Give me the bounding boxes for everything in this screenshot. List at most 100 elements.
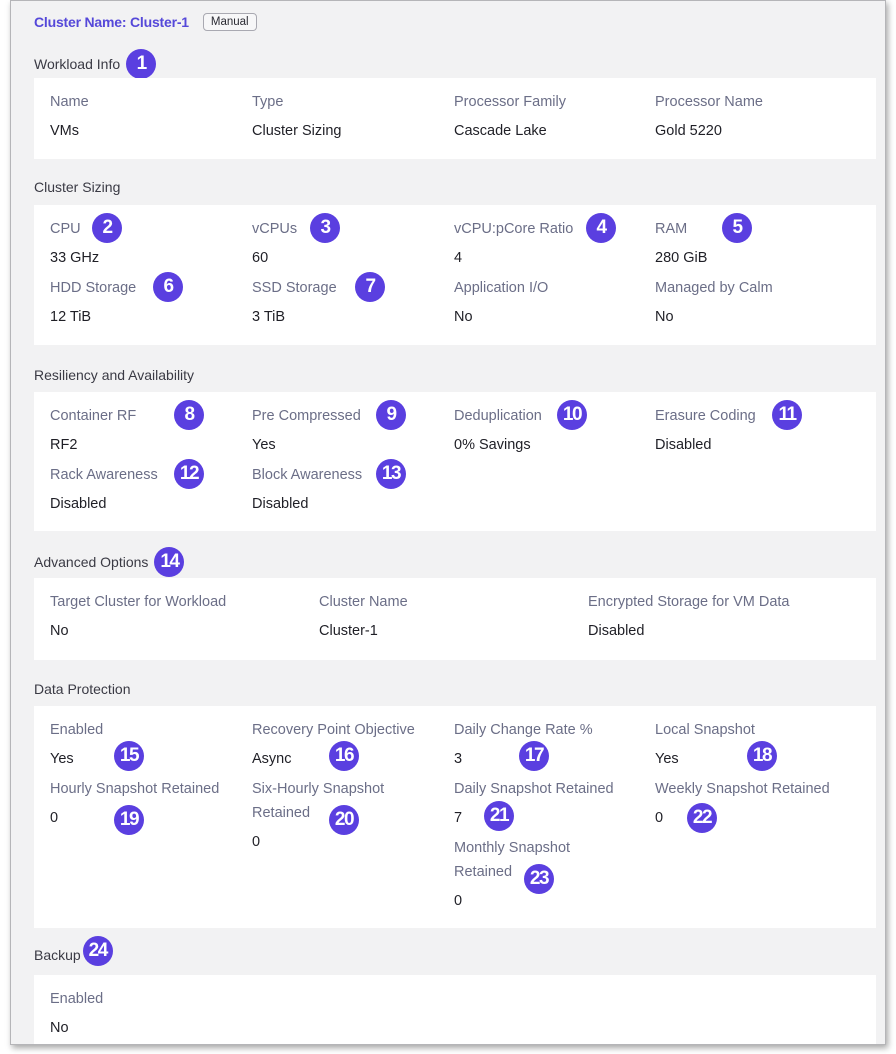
callout-badge-24: 24	[82, 936, 113, 966]
callout-badge-11: 11	[772, 400, 802, 430]
field-value-hourly-snapshot: 0	[50, 810, 59, 826]
field-label-application-io: Application I/O	[454, 280, 549, 296]
field-label-pre-compressed: Pre Compressed	[252, 408, 361, 424]
callout-badge-19: 19	[114, 805, 144, 835]
resiliency-panel: Container RF 8 RF2 Pre Compressed 9 Yes …	[34, 392, 876, 531]
section-title-text: Resiliency and Availability	[34, 367, 195, 383]
field-value-cluster-name: Cluster-1	[319, 623, 378, 639]
field-label-weekly-snapshot: Weekly Snapshot Retained	[655, 781, 830, 797]
cluster-summary-window: Cluster Name: Cluster-1 Manual Workload …	[10, 0, 886, 1045]
callout-badge-5: 5	[722, 213, 752, 243]
section-title-text: Workload Info	[34, 56, 121, 72]
section-title-text: Advanced Options	[34, 554, 149, 570]
callout-badge-15: 15	[114, 741, 144, 771]
callout-badge-7: 7	[355, 272, 385, 302]
field-label-managed-by-calm: Managed by Calm	[655, 280, 773, 296]
field-label-local-snapshot: Local Snapshot	[655, 722, 755, 738]
section-title-text: Backup	[34, 947, 81, 963]
field-value-local-snapshot: Yes	[655, 751, 679, 767]
callout-badge-12: 12	[174, 459, 204, 489]
field-value-deduplication: 0% Savings	[454, 437, 531, 453]
advanced-panel: Target Cluster for Workload No Cluster N…	[34, 578, 876, 660]
field-value-hdd-storage: 12 TiB	[50, 309, 92, 325]
field-label-processor-name: Processor Name	[655, 94, 763, 110]
field-value-rpo: Async	[252, 751, 292, 767]
field-label-container-rf: Container RF	[50, 408, 137, 424]
field-value-processor-family: Cascade Lake	[454, 123, 547, 139]
field-value-application-io: No	[454, 309, 473, 325]
callout-badge-13: 13	[376, 459, 406, 489]
callout-badge-3: 3	[310, 213, 340, 243]
field-value-daily-snapshot: 7	[454, 810, 463, 826]
field-label-encrypted-storage: Encrypted Storage for VM Data	[588, 594, 790, 610]
field-label-daily-change-rate: Daily Change Rate %	[454, 722, 593, 738]
field-label-vcpus: vCPUs	[252, 221, 298, 237]
section-title-advanced: Advanced Options 14	[34, 547, 185, 577]
field-label-dp-enabled: Enabled	[50, 722, 104, 738]
field-label-vcpu-pcore-ratio: vCPU:pCore Ratio	[454, 221, 574, 237]
field-value-cpu: 33 GHz	[50, 250, 100, 266]
callout-badge-9: 9	[376, 400, 406, 430]
field-value-six-hourly-snapshot: 0	[252, 834, 261, 850]
field-label-monthly-snapshot: Monthly Snapshot	[454, 840, 571, 856]
field-value-weekly-snapshot: 0	[655, 810, 664, 826]
field-label-target-cluster: Target Cluster for Workload	[50, 594, 227, 610]
field-value-processor-name: Gold 5220	[655, 123, 722, 139]
field-label-ssd-storage: SSD Storage	[252, 280, 337, 296]
field-label-cpu: CPU	[50, 221, 81, 237]
field-label-rpo: Recovery Point Objective	[252, 722, 415, 738]
field-value-vcpus: 60	[252, 250, 269, 266]
callout-badge-23: 23	[524, 864, 554, 894]
section-title-workload: Workload Info 1	[34, 49, 157, 79]
field-value-type: Cluster Sizing	[252, 123, 342, 139]
section-title-text: Data Protection	[34, 681, 131, 697]
callout-badge-8: 8	[174, 400, 204, 430]
field-value-daily-change-rate: 3	[454, 751, 463, 767]
field-value-erasure-coding: Disabled	[655, 437, 712, 453]
field-value-vcpu-pcore-ratio: 4	[454, 250, 463, 266]
field-value-container-rf: RF2	[50, 437, 78, 453]
field-label-monthly-snapshot-line2: Retained	[454, 864, 513, 880]
field-value-ram: 280 GiB	[655, 250, 708, 266]
field-value-dp-enabled: Yes	[50, 751, 74, 767]
field-label-type: Type	[252, 94, 284, 110]
field-label-backup-enabled: Enabled	[50, 991, 104, 1007]
field-label-six-hourly-snapshot: Six-Hourly Snapshot	[252, 781, 385, 797]
section-title-sizing: Cluster Sizing	[34, 179, 120, 195]
field-label-hdd-storage: HDD Storage	[50, 280, 137, 296]
callout-badge-20: 20	[329, 805, 359, 835]
field-label-erasure-coding: Erasure Coding	[655, 408, 756, 424]
field-label-deduplication: Deduplication	[454, 408, 542, 424]
callout-badge-17: 17	[519, 741, 549, 771]
field-value-backup-enabled: No	[50, 1020, 69, 1036]
callout-badge-16: 16	[329, 741, 359, 771]
section-title-backup: Backup 24	[34, 936, 113, 966]
workload-panel: Name VMs Type Cluster Sizing Processor F…	[34, 78, 876, 159]
field-label-hourly-snapshot: Hourly Snapshot Retained	[50, 781, 220, 797]
sizing-panel: CPU 2 33 GHz vCPUs 3 60 vCPU:pCore Ratio…	[34, 205, 876, 345]
callout-badge-1: 1	[126, 49, 157, 79]
field-label-block-awareness: Block Awareness	[252, 467, 363, 483]
field-value-managed-by-calm: No	[655, 309, 674, 325]
field-label-ram: RAM	[655, 221, 688, 237]
manual-mode-button[interactable]: Manual	[202, 13, 257, 31]
field-value-name: VMs	[50, 123, 79, 139]
field-label-name: Name	[50, 94, 89, 110]
callout-badge-2: 2	[92, 213, 122, 243]
section-title-resiliency: Resiliency and Availability	[34, 367, 194, 383]
callout-badge-10: 10	[557, 400, 587, 430]
field-label-rack-awareness: Rack Awareness	[50, 467, 158, 483]
field-label-processor-family: Processor Family	[454, 94, 566, 110]
field-value-block-awareness: Disabled	[252, 496, 309, 512]
section-title-text: Cluster Sizing	[34, 179, 121, 195]
header: Cluster Name: Cluster-1 Manual	[34, 13, 257, 31]
callout-badge-22: 22	[687, 803, 717, 833]
field-value-rack-awareness: Disabled	[50, 496, 107, 512]
callout-badge-6: 6	[153, 272, 183, 302]
field-value-ssd-storage: 3 TiB	[252, 309, 286, 325]
field-value-target-cluster: No	[50, 623, 69, 639]
field-value-encrypted-storage: Disabled	[588, 623, 645, 639]
callout-badge-18: 18	[747, 741, 777, 771]
protection-panel: Enabled Yes 15 Recovery Point Objective …	[34, 706, 876, 928]
section-title-protection: Data Protection	[34, 681, 131, 697]
